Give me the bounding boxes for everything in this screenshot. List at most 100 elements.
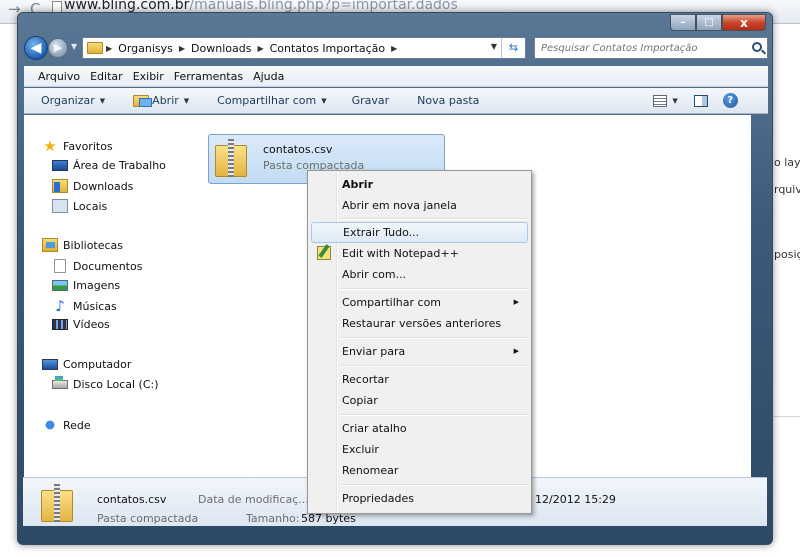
submenu-arrow-icon: ▶ (513, 298, 519, 306)
new-folder-button[interactable]: Nova pasta (417, 94, 479, 107)
menu-item-renomear[interactable]: Renomear (311, 460, 528, 481)
libraries-icon (42, 238, 58, 252)
zipper-icon (228, 139, 234, 177)
help-button[interactable]: ? (722, 93, 738, 108)
menu-item-abrir-com[interactable]: Abrir com... (311, 264, 528, 285)
breadcrumb-organisys[interactable]: Organisys (115, 42, 176, 55)
notepad-plus-plus-icon (317, 246, 331, 260)
nav-label: Imagens (73, 279, 121, 292)
menu-item-extrair-tudo[interactable]: Extrair Tudo... (311, 222, 528, 243)
computer-icon (42, 359, 58, 370)
network-icon (42, 418, 58, 432)
menu-item-recortar[interactable]: Recortar (311, 369, 528, 390)
forward-button[interactable]: ▶ (48, 38, 68, 58)
views-button[interactable]: ▼ (653, 94, 678, 107)
menu-bar: Arquivo Editar Exibir Ferramentas Ajuda (24, 66, 768, 87)
share-button[interactable]: Compartilhar com ▼ (217, 94, 326, 107)
open-folder-icon (133, 94, 153, 107)
nav-label: Músicas (73, 299, 117, 313)
recent-pages-dropdown[interactable]: ▼ (71, 42, 77, 51)
nav-imagens[interactable]: Imagens (52, 279, 120, 292)
menu-separator (340, 288, 528, 290)
organize-button[interactable]: Organizar ▼ (41, 94, 105, 107)
nav-musicas[interactable]: ♪ Músicas (52, 297, 117, 315)
star-icon: ★ (43, 137, 57, 155)
open-button[interactable]: Abrir ▼ (133, 94, 189, 107)
chevron-right-icon[interactable]: ▶ (388, 44, 400, 53)
chevron-right-icon[interactable]: ▶ (176, 44, 188, 53)
menu-separator (340, 218, 528, 220)
chevron-down-icon: ▼ (99, 96, 106, 105)
minimize-button[interactable]: – (670, 14, 696, 31)
menu-item-label: Enviar para (342, 345, 406, 358)
menu-item-restaurar-versoes[interactable]: Restaurar versões anteriores (311, 313, 528, 334)
menu-ferramentas[interactable]: Ferramentas (169, 70, 248, 83)
preview-pane-icon (693, 94, 708, 107)
submenu-arrow-icon: ▶ (513, 347, 519, 355)
nav-videos[interactable]: Vídeos (52, 318, 110, 331)
nav-downloads[interactable]: Downloads (52, 179, 133, 193)
menu-item-copiar[interactable]: Copiar (311, 390, 528, 411)
menu-item-edit-notepad[interactable]: Edit with Notepad++ (311, 243, 528, 264)
nav-computador[interactable]: Computador (42, 358, 131, 371)
context-menu: Abrir Abrir em nova janela Extrair Tudo.… (307, 170, 532, 514)
maximize-button[interactable]: □ (696, 14, 722, 31)
nav-locais[interactable]: Locais (52, 199, 107, 213)
search-input[interactable] (535, 42, 735, 54)
chevron-down-icon: ▼ (183, 96, 190, 105)
details-file-name: contatos.csv (97, 493, 167, 506)
address-dropdown-icon[interactable]: ▼ (491, 42, 497, 51)
nav-label: Favoritos (63, 139, 113, 153)
menu-item-abrir-nova-janela[interactable]: Abrir em nova janela (311, 195, 528, 216)
address-row: ◀ ▶ ▼ ▶ Organisys ▶ Downloads ▶ Contatos… (24, 36, 768, 60)
nav-label: Vídeos (73, 318, 110, 331)
open-label: Abrir (152, 94, 179, 107)
menu-item-propriedades[interactable]: Propriedades (311, 488, 528, 509)
zip-folder-icon (41, 484, 73, 522)
nav-disco-local[interactable]: Disco Local (C:) (52, 376, 159, 391)
nav-label: Locais (73, 199, 108, 213)
chevron-right-icon[interactable]: ▶ (254, 44, 266, 53)
zipper-icon (54, 484, 60, 522)
breadcrumb-contatos-importacao[interactable]: Contatos Importação (267, 42, 388, 55)
nav-label: Downloads (73, 179, 134, 193)
nav-documentos[interactable]: Documentos (52, 259, 142, 273)
bg-text-line: posiç (774, 248, 800, 261)
burn-button[interactable]: Gravar (352, 94, 390, 107)
address-bar[interactable]: ▶ Organisys ▶ Downloads ▶ Contatos Impor… (82, 37, 526, 59)
folder-icon (87, 42, 103, 54)
chevron-right-icon[interactable]: ▶ (103, 44, 115, 53)
zip-folder-icon (215, 139, 247, 177)
refresh-icon[interactable]: ⇆ (501, 38, 525, 58)
music-icon: ♪ (55, 297, 65, 315)
menu-exibir[interactable]: Exibir (128, 70, 169, 83)
details-size-label: Tamanho: (246, 512, 300, 525)
menu-item-abrir[interactable]: Abrir (311, 174, 528, 195)
nav-favoritos[interactable]: ★ Favoritos (42, 137, 113, 155)
menu-ajuda[interactable]: Ajuda (248, 70, 289, 83)
nav-rede[interactable]: Rede (42, 418, 91, 432)
menu-item-excluir[interactable]: Excluir (311, 439, 528, 460)
views-icon (653, 94, 668, 107)
details-file-type: Pasta compactada (97, 512, 199, 525)
menu-item-enviar-para[interactable]: Enviar para ▶ (311, 341, 528, 362)
search-icon[interactable] (752, 42, 762, 52)
menu-item-compartilhar-com[interactable]: Compartilhar com ▶ (311, 292, 528, 313)
menu-arquivo[interactable]: Arquivo (33, 70, 85, 83)
menu-separator (340, 337, 528, 339)
menu-separator (340, 365, 528, 367)
menu-item-criar-atalho[interactable]: Criar atalho (311, 418, 528, 439)
close-button[interactable]: x (722, 14, 766, 31)
document-icon (54, 259, 66, 273)
preview-pane-button[interactable] (693, 94, 708, 107)
back-button[interactable]: ◀ (24, 36, 48, 60)
menu-editar[interactable]: Editar (85, 70, 128, 83)
file-name: contatos.csv (263, 143, 333, 156)
search-box[interactable] (534, 37, 768, 59)
breadcrumb-downloads[interactable]: Downloads (188, 42, 254, 55)
caption-buttons: – □ x (670, 14, 766, 31)
nav-area-de-trabalho[interactable]: Área de Trabalho (52, 159, 166, 172)
nav-label: Bibliotecas (63, 238, 124, 252)
nav-bibliotecas[interactable]: Bibliotecas (42, 238, 123, 252)
help-icon: ? (722, 93, 738, 108)
